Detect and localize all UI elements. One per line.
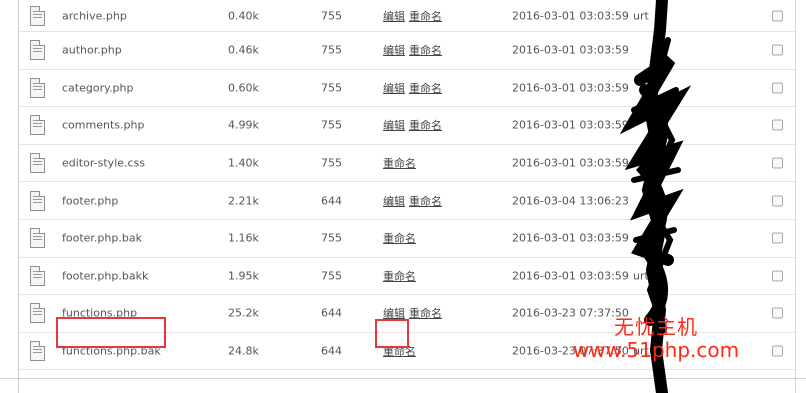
file-name-link[interactable]: footer.php.bakk (62, 269, 148, 282)
file-name-link[interactable]: footer.php (62, 194, 118, 207)
rename-link[interactable]: 重命名 (409, 193, 442, 209)
file-row: footer.php 2.21k 644 编辑 重命名 2016-03-04 13:06:… (19, 182, 795, 220)
rename-link[interactable]: 重命名 (409, 80, 442, 96)
file-actions: 编辑 重命名 (383, 42, 442, 58)
file-owner: urt (633, 269, 649, 283)
file-name-link[interactable]: category.php (62, 81, 133, 94)
table-bottom-border (0, 378, 806, 379)
file-modified-time: 2016-03-04 13:06:23 (512, 194, 629, 208)
rename-link[interactable]: 重命名 (409, 42, 442, 58)
file-name-link[interactable]: editor-style.css (62, 157, 145, 170)
file-permission: 755 (321, 9, 342, 22)
file-actions: 重命名 (383, 230, 416, 246)
file-row: editor-style.css 1.40k 755 重命名 2016-03-01 03… (19, 145, 795, 183)
highlight-functions-edit (375, 319, 409, 348)
file-name-link[interactable]: archive.php (62, 9, 127, 22)
edit-link[interactable]: 编辑 (383, 42, 405, 58)
file-name-link[interactable]: comments.php (62, 119, 144, 132)
file-icon (30, 115, 45, 136)
file-modified-time: 2016-03-01 03:03:59 (512, 269, 629, 283)
file-row: footer.php.bakk 1.95k 755 重命名 2016-03-01 03:… (19, 258, 795, 296)
select-checkbox[interactable] (772, 44, 783, 56)
select-checkbox[interactable] (772, 82, 783, 94)
file-size: 0.46k (228, 43, 259, 57)
file-size: 25.2k (228, 306, 259, 320)
file-row: category.php 0.60k 755 编辑 重命名 2016-03-01 03:0… (19, 70, 795, 108)
rename-link[interactable]: 重命名 (383, 268, 416, 284)
file-row: footer.php.bak 1.16k 755 重命名 2016-03-01 03:0… (19, 220, 795, 258)
file-permission: 755 (321, 43, 342, 57)
file-icon (30, 5, 45, 26)
select-checkbox[interactable] (772, 119, 783, 131)
file-size: 4.99k (228, 118, 259, 132)
file-list-table: archive.php 0.40k 755 编辑 重命名 2016-03-01 03:03… (19, 0, 795, 371)
file-owner: urt (633, 9, 649, 22)
file-size: 0.40k (228, 9, 259, 22)
file-row: comments.php 4.99k 755 编辑 重命名 2016-03-01 03:0… (19, 107, 795, 145)
rename-link[interactable]: 重命名 (409, 117, 442, 133)
file-permission: 755 (321, 231, 342, 245)
table-right-border (795, 0, 796, 393)
select-checkbox[interactable] (772, 157, 783, 169)
file-row: archive.php 0.40k 755 编辑 重命名 2016-03-01 03:03… (19, 0, 795, 32)
file-modified-time: 2016-03-01 03:03:59 (512, 43, 629, 57)
file-actions: 编辑 重命名 (383, 80, 442, 96)
file-size: 1.95k (228, 269, 259, 283)
select-checkbox[interactable] (772, 232, 783, 244)
file-modified-time: 2016-03-01 03:03:59 (512, 81, 629, 95)
file-modified-time: 2016-03-01 03:03:59 (512, 9, 629, 22)
file-size: 24.8k (228, 344, 259, 358)
highlight-functions-name (56, 317, 166, 348)
rename-link[interactable]: 重命名 (383, 155, 416, 171)
file-row: author.php 0.46k 755 编辑 重命名 2016-03-01 03:03:… (19, 32, 795, 70)
rename-link[interactable]: 重命名 (409, 8, 442, 24)
select-checkbox[interactable] (772, 195, 783, 207)
file-size: 1.16k (228, 231, 259, 245)
file-actions: 重命名 (383, 155, 416, 171)
file-size: 2.21k (228, 194, 259, 208)
file-modified-time: 2016-03-23 07:37:50 (512, 306, 629, 320)
file-icon (30, 265, 45, 286)
file-actions: 编辑 重命名 (383, 8, 442, 24)
file-permission: 644 (321, 344, 342, 358)
file-permission: 644 (321, 306, 342, 320)
file-modified-time: 2016-03-01 03:03:59 (512, 231, 629, 245)
file-icon (30, 77, 45, 98)
rename-link[interactable]: 重命名 (409, 305, 442, 321)
select-checkbox[interactable] (772, 307, 783, 319)
edit-link[interactable]: 编辑 (383, 193, 405, 209)
file-icon (30, 303, 45, 324)
select-checkbox[interactable] (772, 345, 783, 357)
file-modified-time: 2016-03-01 03:03:59 (512, 118, 629, 132)
file-size: 0.60k (228, 81, 259, 95)
file-permission: 644 (321, 194, 342, 208)
file-actions: 编辑 重命名 (383, 117, 442, 133)
edit-link[interactable]: 编辑 (383, 8, 405, 24)
select-checkbox[interactable] (772, 270, 783, 282)
file-permission: 755 (321, 269, 342, 283)
file-owner: urt (633, 344, 649, 358)
file-actions: 重命名 (383, 268, 416, 284)
file-size: 1.40k (228, 156, 259, 170)
file-actions: 编辑 重命名 (383, 193, 442, 209)
select-checkbox[interactable] (772, 10, 783, 21)
file-icon (30, 341, 45, 362)
file-permission: 755 (321, 156, 342, 170)
file-icon (30, 40, 45, 61)
file-icon (30, 153, 45, 174)
file-modified-time: 2016-03-01 03:03:59 (512, 156, 629, 170)
file-name-link[interactable]: author.php (62, 44, 122, 57)
rename-link[interactable]: 重命名 (383, 230, 416, 246)
file-name-link[interactable]: footer.php.bak (62, 232, 142, 245)
file-icon (30, 190, 45, 211)
file-permission: 755 (321, 118, 342, 132)
edit-link[interactable]: 编辑 (383, 80, 405, 96)
file-modified-time: 2016-03-23 07:37:50 (512, 344, 629, 358)
edit-link[interactable]: 编辑 (383, 117, 405, 133)
file-permission: 755 (321, 81, 342, 95)
file-icon (30, 228, 45, 249)
